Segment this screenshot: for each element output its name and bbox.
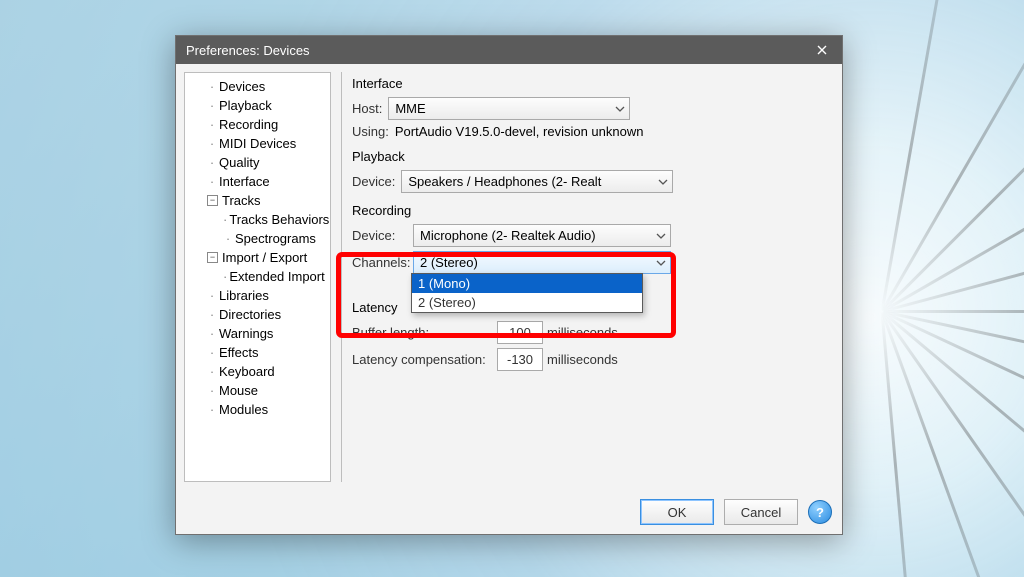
tree-item-label: Modules (219, 402, 268, 417)
recording-device-value: Microphone (2- Realtek Audio) (420, 228, 596, 243)
tree-item-label: MIDI Devices (219, 136, 296, 151)
cancel-label: Cancel (741, 505, 781, 520)
playback-device-label: Device: (352, 174, 395, 189)
host-select[interactable]: MME (388, 97, 630, 120)
tree-item-label: Warnings (219, 326, 273, 341)
playback-device-select[interactable]: Speakers / Headphones (2- Realt (401, 170, 673, 193)
chevron-down-icon (615, 104, 625, 114)
chevron-down-icon (656, 258, 666, 268)
help-button[interactable]: ? (808, 500, 832, 524)
tree-item-label: Extended Import (229, 269, 324, 284)
tree-item-devices[interactable]: ·Devices (185, 77, 330, 96)
tree-item-label: Playback (219, 98, 272, 113)
tree-item-label: Spectrograms (235, 231, 316, 246)
window-title: Preferences: Devices (186, 43, 310, 58)
tree-item-mouse[interactable]: ·Mouse (185, 381, 330, 400)
tree-item-label: Libraries (219, 288, 269, 303)
recording-device-label: Device: (352, 228, 407, 243)
category-tree[interactable]: ·Devices·Playback·Recording·MIDI Devices… (184, 72, 331, 482)
tree-item-interface[interactable]: ·Interface (185, 172, 330, 191)
group-title: Recording (352, 203, 834, 218)
tree-item-warnings[interactable]: ·Warnings (185, 324, 330, 343)
tree-item-playback[interactable]: ·Playback (185, 96, 330, 115)
group-recording: Recording Device: Microphone (2- Realtek… (352, 203, 834, 274)
channels-dropdown[interactable]: 1 (Mono) 2 (Stereo) (411, 273, 643, 313)
preferences-dialog: Preferences: Devices ·Devices·Playback·R… (175, 35, 843, 535)
tree-item-label: Keyboard (219, 364, 275, 379)
channels-option-stereo[interactable]: 2 (Stereo) (412, 293, 642, 312)
dialog-footer: OK Cancel ? (176, 490, 842, 534)
tree-item-extended-import[interactable]: ·Extended Import (185, 267, 330, 286)
tree-item-label: Recording (219, 117, 278, 132)
tree-item-midi-devices[interactable]: ·MIDI Devices (185, 134, 330, 153)
tree-item-label: Tracks Behaviors (229, 212, 329, 227)
chevron-down-icon (656, 231, 666, 241)
tree-item-modules[interactable]: ·Modules (185, 400, 330, 419)
host-label: Host: (352, 101, 382, 116)
using-value: PortAudio V19.5.0-devel, revision unknow… (395, 124, 644, 139)
tree-item-label: Devices (219, 79, 265, 94)
tree-item-label: Interface (219, 174, 270, 189)
tree-item-keyboard[interactable]: ·Keyboard (185, 362, 330, 381)
latency-comp-input[interactable]: -130 (497, 348, 543, 371)
tree-item-label: Tracks (222, 193, 261, 208)
using-label: Using: (352, 124, 389, 139)
close-button[interactable] (802, 36, 842, 64)
tree-item-label: Quality (219, 155, 259, 170)
close-icon (817, 45, 827, 55)
tree-item-directories[interactable]: ·Directories (185, 305, 330, 324)
tree-item-quality[interactable]: ·Quality (185, 153, 330, 172)
tree-item-recording[interactable]: ·Recording (185, 115, 330, 134)
tree-item-spectrograms[interactable]: ·Spectrograms (185, 229, 330, 248)
latency-comp-label: Latency compensation: (352, 352, 487, 367)
playback-device-value: Speakers / Headphones (2- Realt (408, 174, 601, 189)
tree-item-import-export[interactable]: −Import / Export (185, 248, 330, 267)
buffer-length-label: Buffer length: (352, 325, 487, 340)
host-value: MME (395, 101, 425, 116)
ok-button[interactable]: OK (640, 499, 714, 525)
titlebar[interactable]: Preferences: Devices (176, 36, 842, 64)
channels-value: 2 (Stereo) (420, 255, 478, 270)
tree-item-label: Import / Export (222, 250, 307, 265)
buffer-length-value: 100 (509, 325, 531, 340)
tree-item-tracks[interactable]: −Tracks (185, 191, 330, 210)
tree-item-label: Effects (219, 345, 259, 360)
group-interface: Interface Host: MME Using: PortAudio V19… (352, 76, 834, 139)
channels-label: Channels: (352, 255, 407, 270)
help-icon: ? (816, 505, 824, 520)
group-title: Interface (352, 76, 834, 91)
collapse-icon[interactable]: − (207, 252, 218, 263)
group-playback: Playback Device: Speakers / Headphones (… (352, 149, 834, 193)
tree-item-libraries[interactable]: ·Libraries (185, 286, 330, 305)
collapse-icon[interactable]: − (207, 195, 218, 206)
tree-item-effects[interactable]: ·Effects (185, 343, 330, 362)
group-title: Playback (352, 149, 834, 164)
tree-item-label: Directories (219, 307, 281, 322)
settings-panel: Interface Host: MME Using: PortAudio V19… (341, 72, 834, 482)
chevron-down-icon (658, 177, 668, 187)
buffer-length-input[interactable]: 100 (497, 321, 543, 344)
latency-comp-value: -130 (507, 352, 533, 367)
channels-select[interactable]: 2 (Stereo) (413, 251, 671, 274)
channels-option-mono[interactable]: 1 (Mono) (412, 274, 642, 293)
recording-device-select[interactable]: Microphone (2- Realtek Audio) (413, 224, 671, 247)
ok-label: OK (668, 505, 687, 520)
buffer-length-unit: milliseconds (547, 325, 618, 340)
tree-item-label: Mouse (219, 383, 258, 398)
latency-comp-unit: milliseconds (547, 352, 618, 367)
tree-item-tracks-behaviors[interactable]: ·Tracks Behaviors (185, 210, 330, 229)
cancel-button[interactable]: Cancel (724, 499, 798, 525)
